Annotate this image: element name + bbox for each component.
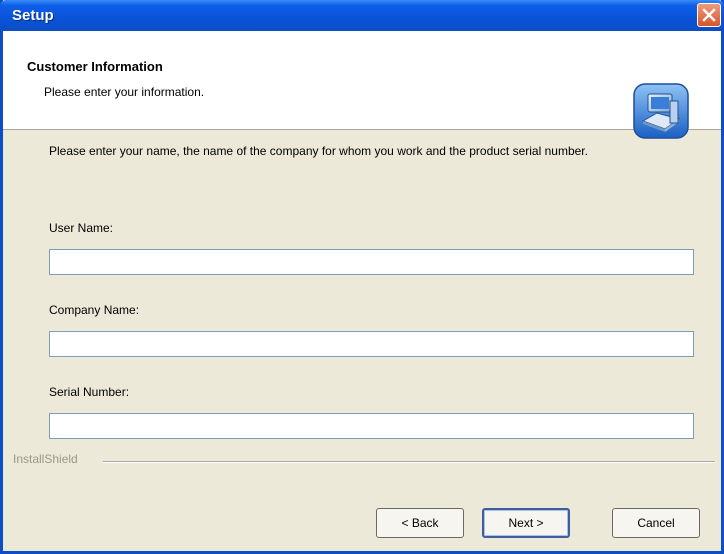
setup-window: Setup Customer Information Please enter …	[0, 0, 724, 554]
title-bar[interactable]: Setup	[0, 0, 724, 31]
header-subtitle: Please enter your information.	[44, 85, 205, 99]
close-icon	[702, 8, 716, 22]
company-name-input[interactable]	[49, 331, 694, 357]
window-title: Setup	[12, 7, 54, 24]
header-panel: Customer Information Please enter your i…	[3, 31, 721, 139]
close-button[interactable]	[697, 3, 721, 27]
footer-divider	[103, 461, 715, 463]
instructions-text: Please enter your name, the name of the …	[49, 144, 588, 158]
cancel-button[interactable]: Cancel	[612, 508, 700, 538]
company-name-label: Company Name:	[49, 303, 140, 317]
computer-setup-icon	[633, 83, 689, 139]
serial-number-input[interactable]	[49, 413, 694, 439]
serial-number-label: Serial Number:	[49, 385, 130, 399]
user-name-input[interactable]	[49, 249, 694, 275]
back-button[interactable]: < Back	[376, 508, 464, 538]
installshield-brand: InstallShield	[13, 452, 78, 466]
user-name-label: User Name:	[49, 221, 114, 235]
next-button[interactable]: Next >	[482, 508, 570, 538]
header-title: Customer Information	[27, 59, 163, 74]
